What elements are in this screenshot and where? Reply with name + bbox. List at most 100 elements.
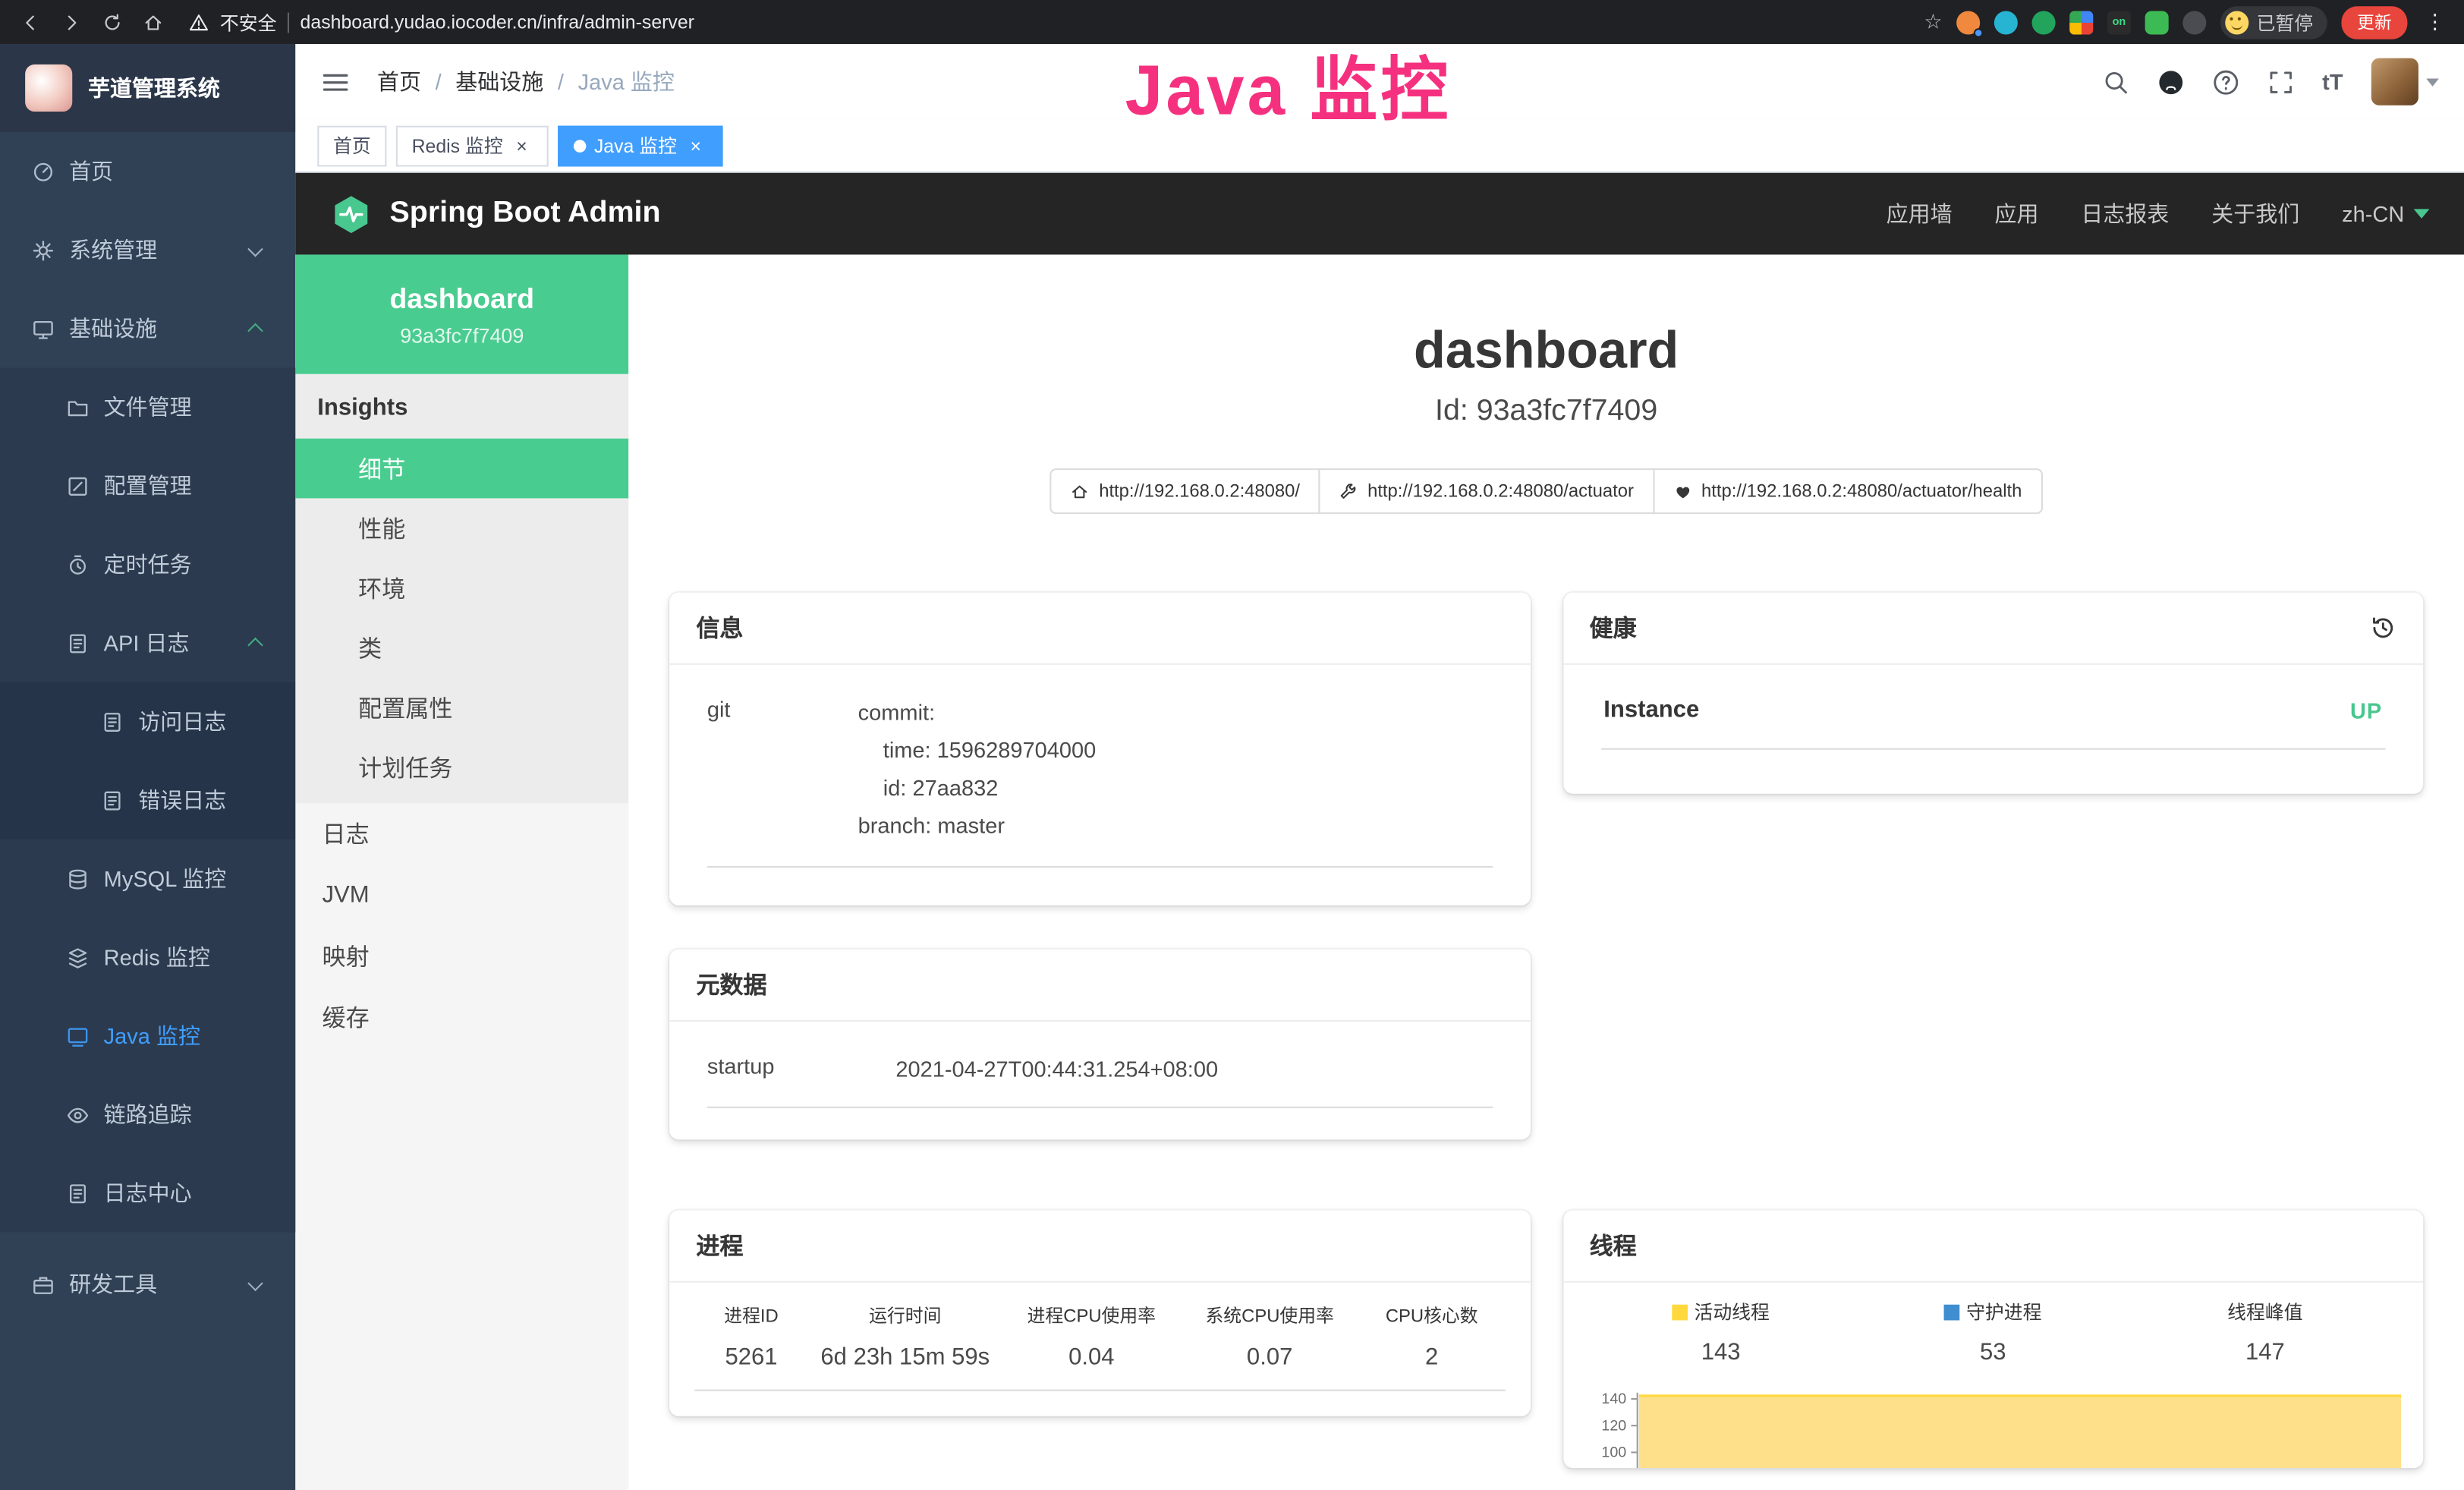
sba-item-classes[interactable]: 类 [295, 618, 628, 678]
sba-brand[interactable]: Spring Boot Admin [330, 193, 661, 235]
github-icon[interactable] [2157, 68, 2184, 95]
sidebar-item-dev-tools[interactable]: 研发工具 [0, 1245, 295, 1324]
sidebar-item-redis-monitor[interactable]: Redis 监控 [0, 918, 295, 997]
sba-item-scheduledtasks[interactable]: 计划任务 [295, 737, 628, 797]
sidebar-item-config-manage[interactable]: 配置管理 [0, 446, 295, 525]
actuator-url-button[interactable]: http://192.168.0.2:48080/actuator [1319, 468, 1654, 514]
eye-icon [66, 1103, 90, 1126]
sba-item-configprops[interactable]: 配置属性 [295, 678, 628, 738]
service-url-button[interactable]: http://192.168.0.2:48080/ [1050, 468, 1320, 514]
bookmark-star-icon[interactable] [1924, 9, 1942, 34]
sidebar-item-java-monitor[interactable]: Java 监控 [0, 997, 295, 1076]
browser-menu-icon[interactable] [2422, 9, 2448, 34]
extension-icon-teal[interactable] [1994, 10, 2018, 33]
sidebar-item-api-log[interactable]: API 日志 [0, 603, 295, 682]
breadcrumb: 首页 / 基础设施 / Java 监控 [377, 66, 675, 97]
sidebar-item-access-log[interactable]: 访问日志 [0, 682, 295, 761]
tag-home[interactable]: 首页 [317, 125, 386, 166]
document-icon [101, 710, 124, 733]
legend-swatch-blue [1944, 1304, 1960, 1320]
fullscreen-icon[interactable] [2267, 68, 2294, 95]
sidebar-item-tracing[interactable]: 链路追踪 [0, 1075, 295, 1154]
sidebar-item-system[interactable]: 系统管理 [0, 210, 295, 289]
instance-id: 93a3fc7f7409 [400, 323, 524, 347]
chevron-up-icon [247, 638, 263, 653]
document-icon [66, 631, 90, 654]
extension-icon-green[interactable] [2031, 10, 2055, 33]
sba-nav-journal[interactable]: 日志报表 [2081, 198, 2169, 229]
sba-nav-applications[interactable]: 应用 [1995, 198, 2039, 229]
sba-item-environment[interactable]: 环境 [295, 558, 628, 618]
svg-text:100: 100 [1600, 1444, 1625, 1461]
threads-chart: 140 120 100 [1584, 1386, 2401, 1468]
sba-item-logfile[interactable]: 日志 [295, 803, 628, 865]
extension-icon-dark[interactable] [2182, 10, 2206, 33]
health-url-button[interactable]: http://192.168.0.2:48080/actuator/health [1653, 468, 2042, 514]
extension-icon-on-badge[interactable]: on [2107, 10, 2131, 33]
sidebar-item-error-log[interactable]: 错误日志 [0, 761, 295, 840]
breadcrumb-home[interactable]: 首页 [377, 66, 421, 97]
hamburger-icon[interactable] [320, 67, 350, 96]
heart-icon [1673, 482, 1692, 501]
threads-legend: 活动线程 143 守护进程 53 线程峰值 14 [1584, 1298, 2401, 1366]
instance-header[interactable]: dashboard 93a3fc7f7409 [295, 254, 628, 373]
extension-icon-grid[interactable] [2069, 10, 2093, 33]
process-table: 进程ID 运行时间 进程CPU使用率 系统CPU使用率 CPU核心数 [694, 1289, 1504, 1391]
help-icon[interactable] [2212, 68, 2239, 95]
sba-nav-links: 应用墙 应用 日志报表 关于我们 zh-CN [1887, 198, 2430, 229]
sidebar-item-infrastructure[interactable]: 基础设施 [0, 289, 295, 368]
sba-item-details[interactable]: 细节 [295, 439, 628, 499]
sidebar-item-file-manage[interactable]: 文件管理 [0, 368, 295, 447]
home-button[interactable] [138, 8, 166, 36]
process-card: 进程 进程ID 运行时间 进程CPU使用率 系统CPU使用率 [669, 1211, 1530, 1416]
sba-item-jvm[interactable]: JVM [295, 865, 628, 926]
font-size-icon[interactable]: tT [2322, 69, 2343, 94]
user-menu[interactable] [2371, 58, 2439, 106]
app-logo-image [25, 65, 72, 112]
sba-nav-wallboard[interactable]: 应用墙 [1887, 198, 1953, 229]
tag-java-monitor[interactable]: Java 监控 [558, 125, 722, 166]
forward-button[interactable] [57, 8, 85, 36]
status-badge: UP [2350, 697, 2382, 722]
tag-redis-monitor[interactable]: Redis 监控 [396, 125, 549, 166]
header-actions: tT [2102, 58, 2439, 106]
sidebar-item-scheduled-job[interactable]: 定时任务 [0, 525, 295, 604]
locale-selector[interactable]: zh-CN [2342, 201, 2429, 226]
sidebar-item-log-center[interactable]: 日志中心 [0, 1154, 295, 1233]
document-icon [66, 1181, 90, 1205]
browser-actions: on 已暂停 更新 [1924, 5, 2448, 38]
metadata-card: 元数据 startup 2021-04-27T00:44:31.254+08:0… [669, 950, 1530, 1140]
profile-chip[interactable]: 已暂停 [2220, 5, 2327, 38]
stack-icon [66, 946, 90, 969]
document-icon [101, 789, 124, 812]
sba-item-caches[interactable]: 缓存 [295, 987, 628, 1048]
screen-icon [66, 1024, 90, 1047]
history-icon[interactable] [2370, 615, 2396, 641]
active-tag-dot [574, 139, 587, 152]
security-warning-label: 不安全 [220, 8, 277, 35]
sidebar-item-mysql-monitor[interactable]: MySQL 监控 [0, 840, 295, 918]
update-button[interactable]: 更新 [2341, 5, 2407, 38]
sidebar-item-home[interactable]: 首页 [0, 132, 295, 211]
extension-icon-leaf[interactable] [2145, 10, 2169, 33]
breadcrumb-section[interactable]: 基础设施 [455, 66, 543, 97]
breadcrumb-separator: / [436, 69, 442, 94]
sba-item-metrics[interactable]: 性能 [295, 498, 628, 558]
screen: 不安全 dashboard.yudao.iocoder.cn/infra/adm… [0, 0, 2464, 1490]
close-icon[interactable] [511, 134, 533, 156]
dashboard-icon [31, 159, 55, 183]
app-logo-row[interactable]: 芋道管理系统 [0, 44, 295, 132]
address-bar[interactable]: 不安全 dashboard.yudao.iocoder.cn/infra/adm… [188, 8, 1911, 35]
extension-icon-orange[interactable] [1956, 10, 1980, 33]
briefcase-icon [31, 1272, 55, 1296]
search-icon[interactable] [2102, 68, 2129, 95]
sba-item-mappings[interactable]: 映射 [295, 926, 628, 988]
health-card: 健康 Instance UP [1562, 593, 2423, 794]
chevron-down-icon [247, 241, 263, 256]
instance-links: http://192.168.0.2:48080/ http://192.168… [628, 468, 2464, 514]
sba-nav-about[interactable]: 关于我们 [2211, 198, 2299, 229]
reload-button[interactable] [97, 8, 125, 36]
close-icon[interactable] [684, 134, 706, 156]
back-button[interactable] [16, 8, 44, 36]
annotation-java-monitor: Java 监控 [1125, 34, 1452, 136]
